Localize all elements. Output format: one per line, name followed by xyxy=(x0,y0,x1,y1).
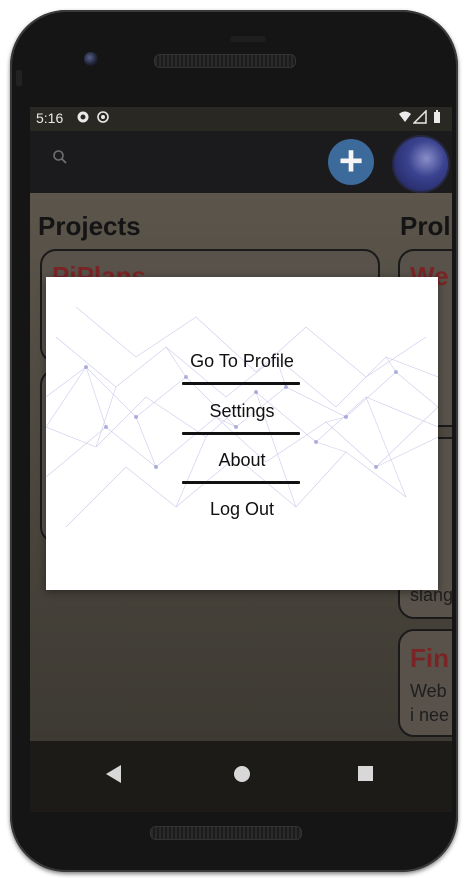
menu-item-log-out[interactable]: Log Out xyxy=(46,499,438,520)
gear-icon xyxy=(76,110,90,127)
search-icon[interactable] xyxy=(52,149,68,165)
menu-divider xyxy=(182,481,300,484)
status-bar: 5:16 xyxy=(30,107,452,131)
front-camera xyxy=(84,52,98,66)
screen: 5:16 + Projects Prol PiPlans We slang Fi… xyxy=(30,107,452,812)
projects-section-title: Projects xyxy=(38,211,141,241)
menu-divider xyxy=(182,382,300,385)
profile-menu-dialog: Go To Profile Settings About Log Out xyxy=(46,277,438,590)
wifi-icon xyxy=(398,110,412,127)
bottom-speaker xyxy=(150,826,302,840)
menu-item-about[interactable]: About xyxy=(46,450,438,471)
menu-item-go-to-profile[interactable]: Go To Profile xyxy=(46,351,438,372)
status-time: 5:16 xyxy=(36,110,64,126)
sync-icon xyxy=(96,110,110,127)
menu-divider xyxy=(182,432,300,435)
project-card-text: Web i nee xyxy=(410,681,450,725)
signal-icon xyxy=(412,109,427,127)
recent-apps-icon[interactable] xyxy=(358,766,373,781)
add-project-button[interactable]: + xyxy=(328,139,374,185)
project-card-title: Fin xyxy=(410,643,449,673)
navigation-bar xyxy=(30,741,452,812)
right-section-title: Prol xyxy=(400,211,451,241)
back-icon[interactable] xyxy=(106,765,121,783)
top-speaker xyxy=(154,54,296,68)
battery-icon xyxy=(432,110,442,127)
menu-item-settings[interactable]: Settings xyxy=(46,401,438,422)
top-sensor xyxy=(230,36,266,42)
project-card[interactable]: Fin Web i nee xyxy=(398,629,452,737)
app-bar: + xyxy=(30,131,452,193)
side-button xyxy=(16,70,22,86)
avatar[interactable] xyxy=(392,135,450,193)
home-icon[interactable] xyxy=(234,766,250,782)
